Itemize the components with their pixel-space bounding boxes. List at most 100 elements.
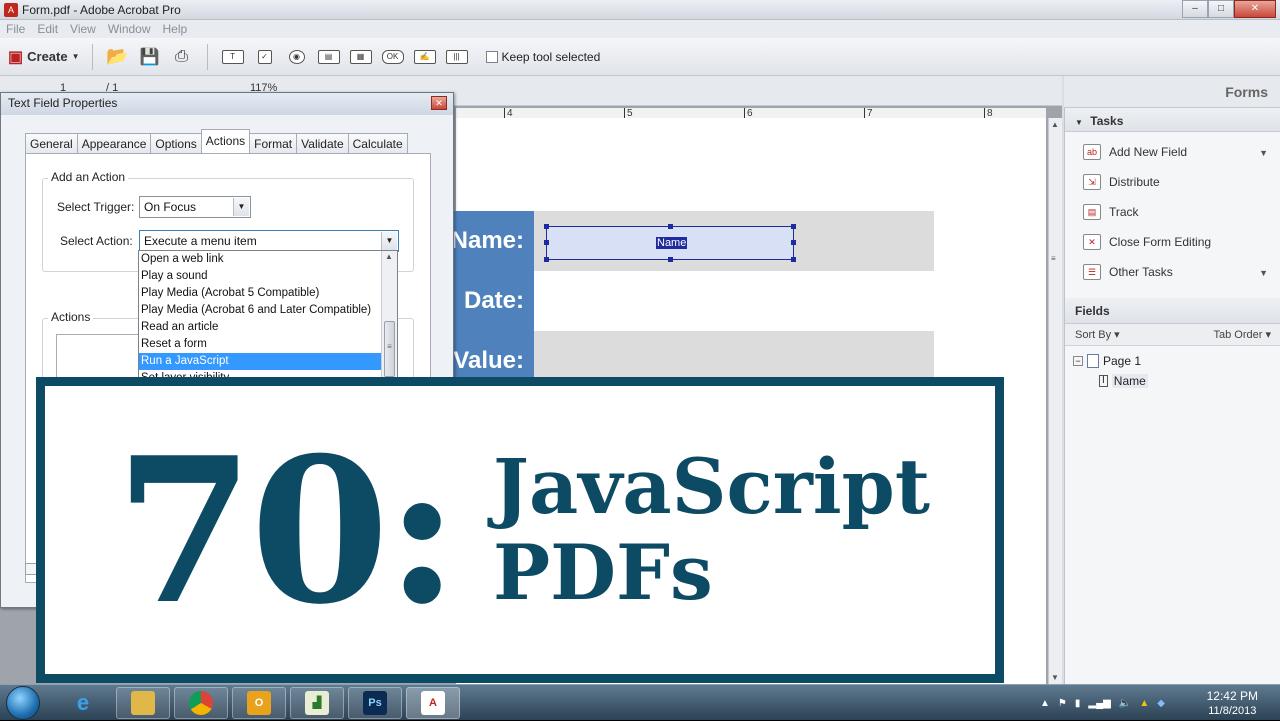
scroll-thumb[interactable]: ≡ xyxy=(384,321,395,377)
tree-page-1[interactable]: − Page 1 xyxy=(1073,354,1141,368)
action-select[interactable]: Execute a menu item ▼ xyxy=(139,230,399,252)
barcode-tool[interactable]: ||| xyxy=(444,43,470,71)
tree-field-name[interactable]: I Name xyxy=(1099,374,1148,388)
action-dropdown-list[interactable]: Open a web link Play a sound Play Media … xyxy=(138,250,398,378)
keep-tool-checkbox[interactable] xyxy=(485,50,498,63)
signature-tool[interactable]: ✍ xyxy=(412,43,438,71)
tab-calculate[interactable]: Calculate xyxy=(347,133,408,153)
action-list-scrollbar[interactable]: ▲ ≡ xyxy=(381,251,397,377)
chevron-down-icon[interactable]: ▼ xyxy=(1259,148,1268,158)
fields-title: Fields xyxy=(1075,304,1110,318)
create-button[interactable]: ▣ Create ▼ xyxy=(8,43,80,71)
taskbar-chrome[interactable] xyxy=(174,687,228,719)
taskbar-explorer[interactable] xyxy=(116,687,170,719)
select-trigger-label: Select Trigger: xyxy=(57,200,135,214)
menu-help[interactable]: Help xyxy=(163,22,188,36)
start-button[interactable] xyxy=(6,686,40,720)
task-distribute[interactable]: ⇲ Distribute xyxy=(1083,174,1160,190)
document-scrollbar[interactable]: ▲ ≡ ▼ xyxy=(1048,118,1062,684)
action-option[interactable]: Play Media (Acrobat 5 Compatible) xyxy=(139,285,397,302)
name-text-field[interactable]: Name xyxy=(544,224,796,262)
action-center-icon[interactable]: ⚑ xyxy=(1058,698,1067,709)
menu-file[interactable]: File xyxy=(6,22,25,36)
tab-actions[interactable]: Actions xyxy=(200,129,251,153)
text-field-tool[interactable]: T xyxy=(220,43,246,71)
scroll-up-icon[interactable]: ▲ xyxy=(1051,120,1059,129)
task-add-new-field[interactable]: ab Add New Field xyxy=(1083,144,1187,160)
action-option[interactable]: Read an article xyxy=(139,319,397,336)
tab-appearance[interactable]: Appearance xyxy=(76,133,152,153)
keep-tool-selected[interactable]: Keep tool selected xyxy=(485,50,600,64)
dropdown-tool[interactable]: ▦ xyxy=(348,43,374,71)
maximize-button[interactable]: □ xyxy=(1208,0,1234,18)
resize-handle[interactable] xyxy=(791,257,796,262)
windows-taskbar: e O ▟ Ps A ▲ ⚑ ▮ ▂▄▆ 🔈 ▲ ◆ 12:42 PM 11/8… xyxy=(0,684,1280,720)
task-close-form-editing[interactable]: ✕ Close Form Editing xyxy=(1083,234,1211,250)
action-option[interactable]: Play a sound xyxy=(139,268,397,285)
list-box-tool[interactable]: ▤ xyxy=(316,43,342,71)
radio-button-tool[interactable]: ◉ xyxy=(284,43,310,71)
task-other-tasks[interactable]: ☰ Other Tasks xyxy=(1083,264,1173,280)
menu-edit[interactable]: Edit xyxy=(37,22,58,36)
tree-collapse-icon[interactable]: − xyxy=(1073,356,1083,366)
dialog-tabs: General Appearance Options Actions Forma… xyxy=(25,129,408,153)
trigger-select[interactable]: On Focus ▼ xyxy=(139,196,251,218)
taskbar-photoshop[interactable]: Ps xyxy=(348,687,402,719)
forms-title[interactable]: Forms xyxy=(1225,84,1268,100)
resize-handle[interactable] xyxy=(544,240,549,245)
tab-format[interactable]: Format xyxy=(249,133,298,153)
menu-window[interactable]: Window xyxy=(108,22,151,36)
resize-handle[interactable] xyxy=(544,257,549,262)
tab-order-button[interactable]: Tab Order ▾ xyxy=(1214,328,1272,341)
resize-handle[interactable] xyxy=(791,224,796,229)
resize-handle[interactable] xyxy=(544,224,549,229)
dialog-close-button[interactable]: ✕ xyxy=(431,96,447,110)
taskbar-acrobat[interactable]: A xyxy=(406,687,460,719)
chart-app-icon: ▟ xyxy=(305,691,329,715)
tree-page-label: Page 1 xyxy=(1103,354,1142,368)
action-option[interactable]: Open a web link xyxy=(139,251,397,268)
internet-explorer-icon: e xyxy=(76,690,90,715)
power-icon[interactable]: ▮ xyxy=(1075,698,1081,709)
taskbar-outlook[interactable]: O xyxy=(232,687,286,719)
title-overlay: 70: JavaScript PDFs xyxy=(36,377,1004,683)
open-folder-button[interactable]: 📂 xyxy=(105,43,131,71)
close-window-button[interactable]: ✕ xyxy=(1234,0,1276,18)
resize-handle[interactable] xyxy=(668,257,673,262)
menu-view[interactable]: View xyxy=(70,22,96,36)
scroll-up-icon[interactable]: ▲ xyxy=(385,252,393,261)
resize-handle[interactable] xyxy=(791,240,796,245)
tab-general[interactable]: General xyxy=(25,133,78,153)
save-button[interactable]: 💾 xyxy=(137,43,163,71)
minimize-button[interactable]: – xyxy=(1182,0,1208,18)
button-tool[interactable]: OK xyxy=(380,43,406,71)
scroll-grip-icon[interactable]: ≡ xyxy=(1051,254,1056,263)
chevron-down-icon[interactable]: ▼ xyxy=(381,232,397,250)
action-option-selected[interactable]: Run a JavaScript xyxy=(139,353,397,370)
tab-validate[interactable]: Validate xyxy=(296,133,349,153)
volume-icon[interactable]: 🔈 xyxy=(1119,698,1131,709)
task-track[interactable]: ▤ Track xyxy=(1083,204,1139,220)
sort-by-button[interactable]: Sort By ▾ xyxy=(1075,328,1120,341)
dropbox-icon[interactable]: ◆ xyxy=(1157,698,1165,709)
check-box-tool[interactable]: ✓ xyxy=(252,43,278,71)
episode-title-line2: PDFs xyxy=(493,528,713,617)
system-tray: ▲ ⚑ ▮ ▂▄▆ 🔈 ▲ ◆ xyxy=(1040,685,1165,721)
tab-options[interactable]: Options xyxy=(150,133,202,153)
list-box-icon: ▤ xyxy=(317,49,340,64)
chevron-down-icon[interactable]: ▼ xyxy=(233,198,249,216)
drive-icon[interactable]: ▲ xyxy=(1139,698,1149,709)
chevron-down-icon[interactable]: ▼ xyxy=(1259,268,1268,278)
scroll-down-icon[interactable]: ▼ xyxy=(1051,673,1059,682)
track-icon: ▤ xyxy=(1083,204,1101,220)
taskbar-ie[interactable]: e xyxy=(56,687,110,719)
taskbar-clock[interactable]: 12:42 PM 11/8/2013 xyxy=(1207,689,1258,719)
resize-handle[interactable] xyxy=(668,224,673,229)
network-icon[interactable]: ▂▄▆ xyxy=(1088,698,1110,709)
show-hidden-icons-icon[interactable]: ▲ xyxy=(1040,698,1050,709)
action-option[interactable]: Reset a form xyxy=(139,336,397,353)
action-option[interactable]: Play Media (Acrobat 6 and Later Compatib… xyxy=(139,302,397,319)
tasks-section-header[interactable]: ▼ Tasks xyxy=(1065,108,1280,132)
taskbar-notepad[interactable]: ▟ xyxy=(290,687,344,719)
print-button[interactable]: ⎙ xyxy=(169,43,195,71)
